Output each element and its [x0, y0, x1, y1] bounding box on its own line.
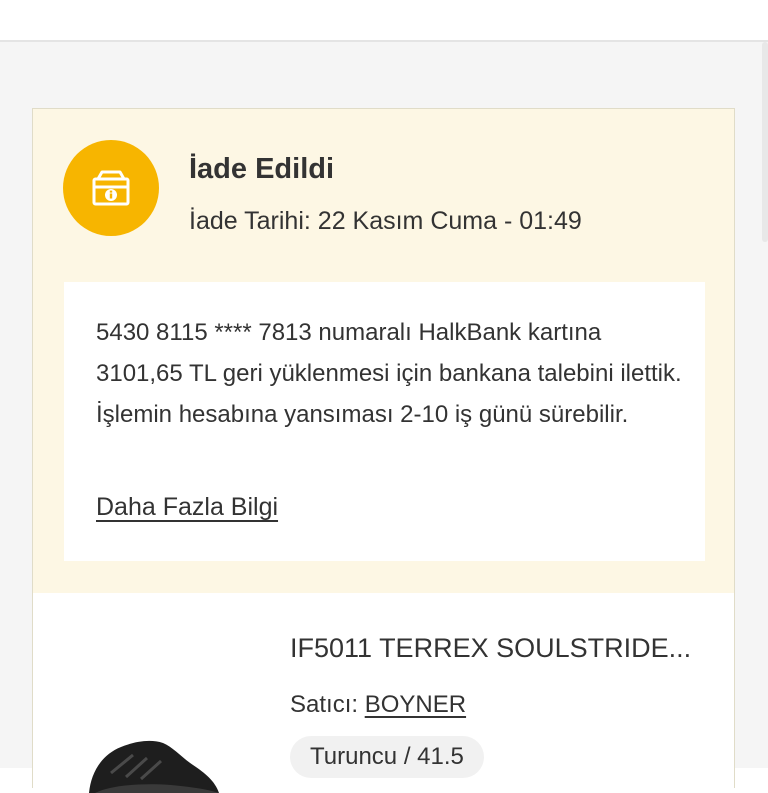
seller-line: Satıcı: BOYNER — [290, 691, 466, 719]
refund-info-text: 5430 8115 **** 7813 numaralı HalkBank ka… — [96, 319, 682, 428]
refund-status-section: İade Edildi İade Tarihi: 22 Kasım Cuma -… — [33, 109, 734, 593]
order-card: İade Edildi İade Tarihi: 22 Kasım Cuma -… — [32, 108, 735, 793]
scrollbar[interactable] — [762, 42, 768, 242]
seller-label: Satıcı: — [290, 691, 359, 718]
top-bar — [0, 0, 768, 42]
refund-box-icon — [92, 170, 130, 206]
sneaker-thumbnail[interactable] — [81, 733, 221, 793]
status-title: İade Edildi — [189, 153, 335, 185]
more-info-link[interactable]: Daha Fazla Bilgi — [96, 493, 278, 522]
seller-link[interactable]: BOYNER — [365, 691, 466, 718]
product-title[interactable]: IF5011 TERREX SOULSTRIDE... — [290, 633, 710, 664]
variant-badge: Turuncu / 41.5 — [290, 736, 484, 778]
product-row[interactable]: IF5011 TERREX SOULSTRIDE... Satıcı: BOYN… — [33, 593, 734, 793]
refund-date: İade Tarihi: 22 Kasım Cuma - 01:49 — [189, 207, 582, 235]
refund-status-icon — [63, 140, 159, 236]
refund-info-box: 5430 8115 **** 7813 numaralı HalkBank ka… — [64, 282, 705, 561]
